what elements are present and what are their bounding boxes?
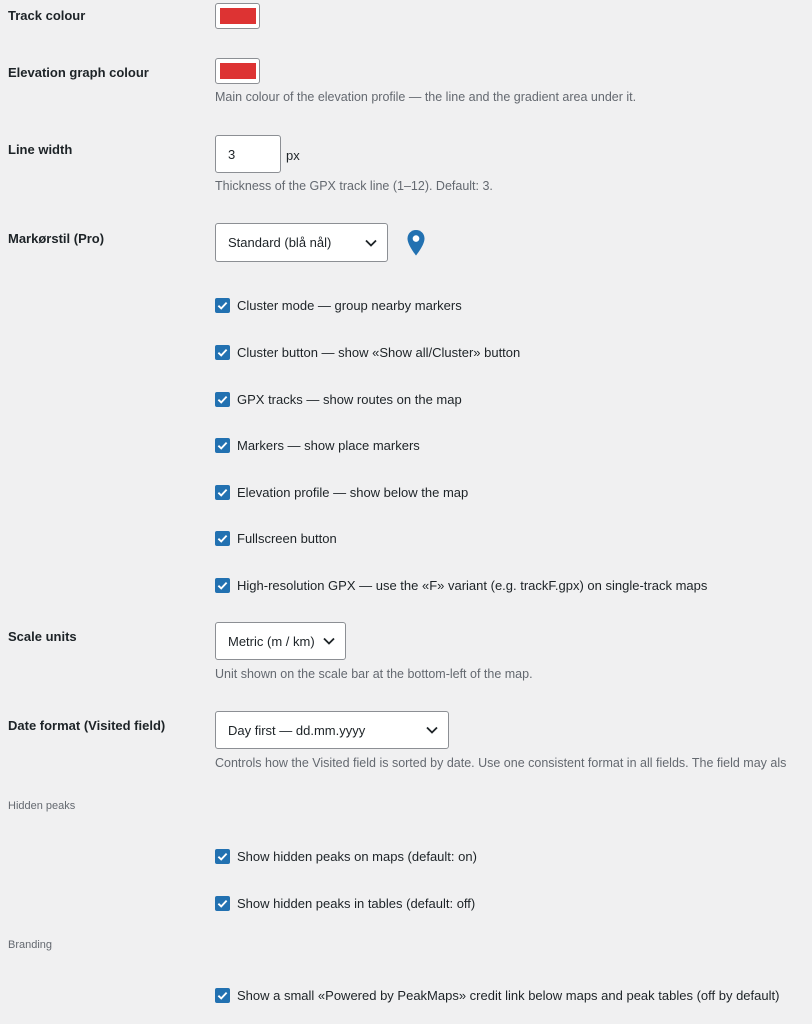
scale-units-description: Unit shown on the scale bar at the botto… (215, 667, 533, 681)
scale-units-select[interactable]: Metric (m / km) (215, 622, 346, 660)
checkbox-label: Show a small «Powered by PeakMaps» credi… (237, 988, 780, 1003)
chevron-down-icon (365, 239, 377, 247)
branding-heading: Branding (8, 939, 53, 951)
checkbox-label: Show hidden peaks on maps (default: on) (237, 849, 477, 864)
checkbox-icon (215, 345, 230, 360)
hidden-peaks-heading: Hidden peaks (8, 800, 76, 812)
checkbox-powered-by-credit[interactable]: Show a small «Powered by PeakMaps» credi… (215, 988, 779, 1003)
date-format-select[interactable]: Day first — dd.mm.yyyy (215, 711, 449, 749)
checkbox-cluster-mode[interactable]: Cluster mode — group nearby markers (215, 298, 462, 313)
checkbox-label: Elevation profile — show below the map (237, 485, 469, 500)
checkbox-icon (215, 438, 230, 453)
scale-units-label: Scale units (8, 629, 77, 644)
date-format-description: Controls how the Visited field is sorted… (215, 756, 787, 770)
checkbox-label: Fullscreen button (237, 531, 337, 546)
checkbox-hidden-peaks-tables[interactable]: Show hidden peaks in tables (default: of… (215, 896, 475, 911)
checkbox-cluster-button[interactable]: Cluster button — show «Show all/Cluster»… (215, 345, 520, 360)
checkbox-icon (215, 896, 230, 911)
track-colour-label: Track colour (8, 8, 86, 23)
checkbox-fullscreen-button[interactable]: Fullscreen button (215, 531, 337, 546)
map-pin-icon (407, 230, 425, 256)
checkbox-icon (215, 849, 230, 864)
checkbox-elevation-profile[interactable]: Elevation profile — show below the map (215, 485, 468, 500)
line-width-label: Line width (8, 142, 73, 157)
checkbox-label: Show hidden peaks in tables (default: of… (237, 896, 476, 911)
elevation-colour-description: Main colour of the elevation profile — t… (215, 90, 637, 104)
checkbox-high-res-gpx[interactable]: High-resolution GPX — use the «F» varian… (215, 578, 707, 593)
track-colour-picker[interactable] (215, 3, 260, 29)
line-width-unit: px (286, 148, 300, 163)
marker-style-value: Standard (blå nål) (228, 235, 332, 250)
checkbox-icon (215, 298, 230, 313)
line-width-description: Thickness of the GPX track line (1–12). … (215, 179, 493, 193)
line-width-input[interactable] (215, 135, 281, 173)
checkbox-hidden-peaks-maps[interactable]: Show hidden peaks on maps (default: on) (215, 849, 477, 864)
elevation-colour-picker[interactable] (215, 58, 260, 84)
chevron-down-icon (426, 726, 438, 734)
checkbox-label: GPX tracks — show routes on the map (237, 392, 462, 407)
checkbox-gpx-tracks[interactable]: GPX tracks — show routes on the map (215, 392, 462, 407)
checkbox-icon (215, 485, 230, 500)
checkbox-label: Cluster mode — group nearby markers (237, 298, 462, 313)
marker-style-select[interactable]: Standard (blå nål) (215, 223, 388, 262)
date-format-value: Day first — dd.mm.yyyy (228, 722, 366, 738)
track-colour-swatch (219, 8, 256, 24)
checkbox-markers[interactable]: Markers — show place markers (215, 438, 420, 453)
checkbox-label: Cluster button — show «Show all/Cluster»… (237, 345, 521, 360)
date-format-label: Date format (Visited field) (8, 718, 166, 733)
chevron-down-icon (323, 637, 335, 645)
checkbox-icon (215, 531, 230, 546)
checkbox-label: High-resolution GPX — use the «F» varian… (237, 578, 708, 593)
elevation-colour-label: Elevation graph colour (8, 65, 149, 80)
checkbox-label: Markers — show place markers (237, 438, 420, 453)
checkbox-icon (215, 988, 230, 1003)
scale-units-value: Metric (m / km) (228, 633, 315, 649)
checkbox-icon (215, 578, 230, 593)
marker-style-label: Markørstil (Pro) (8, 231, 105, 246)
elevation-colour-swatch (219, 63, 256, 79)
checkbox-icon (215, 392, 230, 407)
